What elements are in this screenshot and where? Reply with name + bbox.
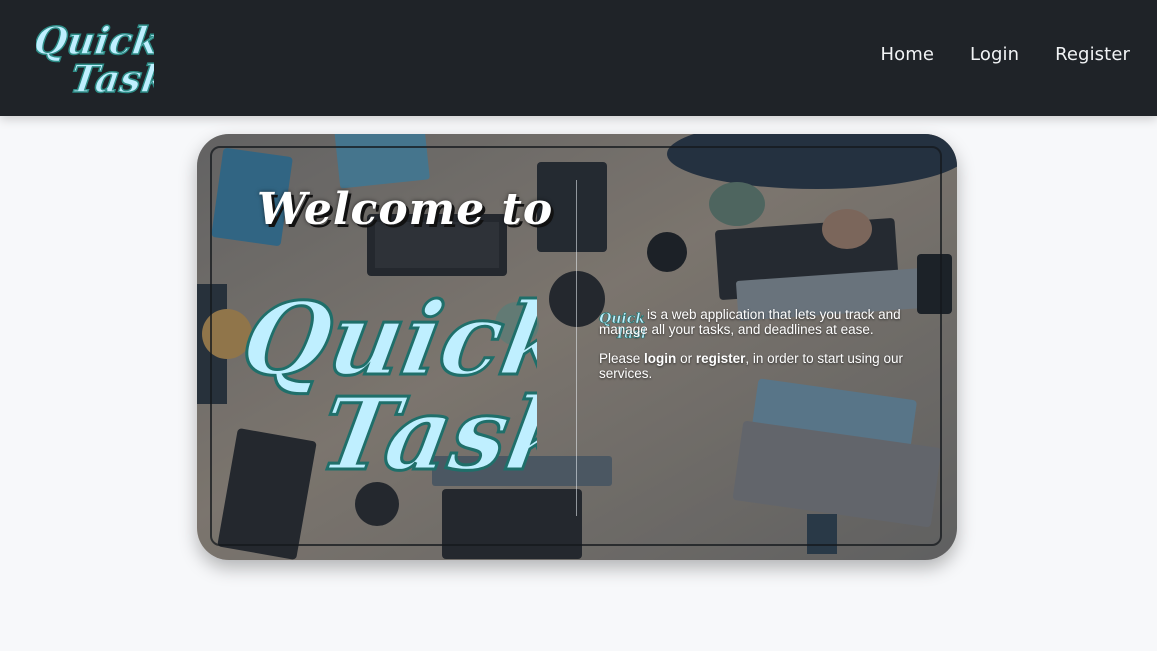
welcome-heading: Welcome to (257, 184, 554, 235)
brand-logo[interactable]: Quick Task (36, 14, 154, 102)
hero-description: is a web application that lets you track… (599, 307, 934, 381)
big-logo-line2: Task (312, 375, 537, 484)
cta-register-link[interactable]: register (696, 351, 746, 366)
nav-home-link[interactable]: Home (880, 44, 934, 66)
nav-login-link[interactable]: Login (970, 44, 1019, 66)
cta-or: or (680, 351, 693, 366)
hero-banner: Welcome to Quick Task Quick Task is a we… (197, 134, 957, 560)
hero-divider (576, 180, 577, 516)
nav-links: Home Login Register (880, 44, 1130, 66)
cta-login-link[interactable]: login (644, 351, 676, 366)
cta-prefix: Please (599, 351, 641, 366)
logo-line2: Task (68, 57, 154, 102)
quicktask-large-logo-icon: Quick Task (237, 278, 537, 484)
top-navbar: Quick Task Home Login Register (0, 0, 1157, 116)
quicktask-logo-icon: Quick Task (36, 18, 154, 102)
description-text: is a web application that lets you track… (599, 307, 901, 337)
nav-register-link[interactable]: Register (1055, 44, 1130, 66)
